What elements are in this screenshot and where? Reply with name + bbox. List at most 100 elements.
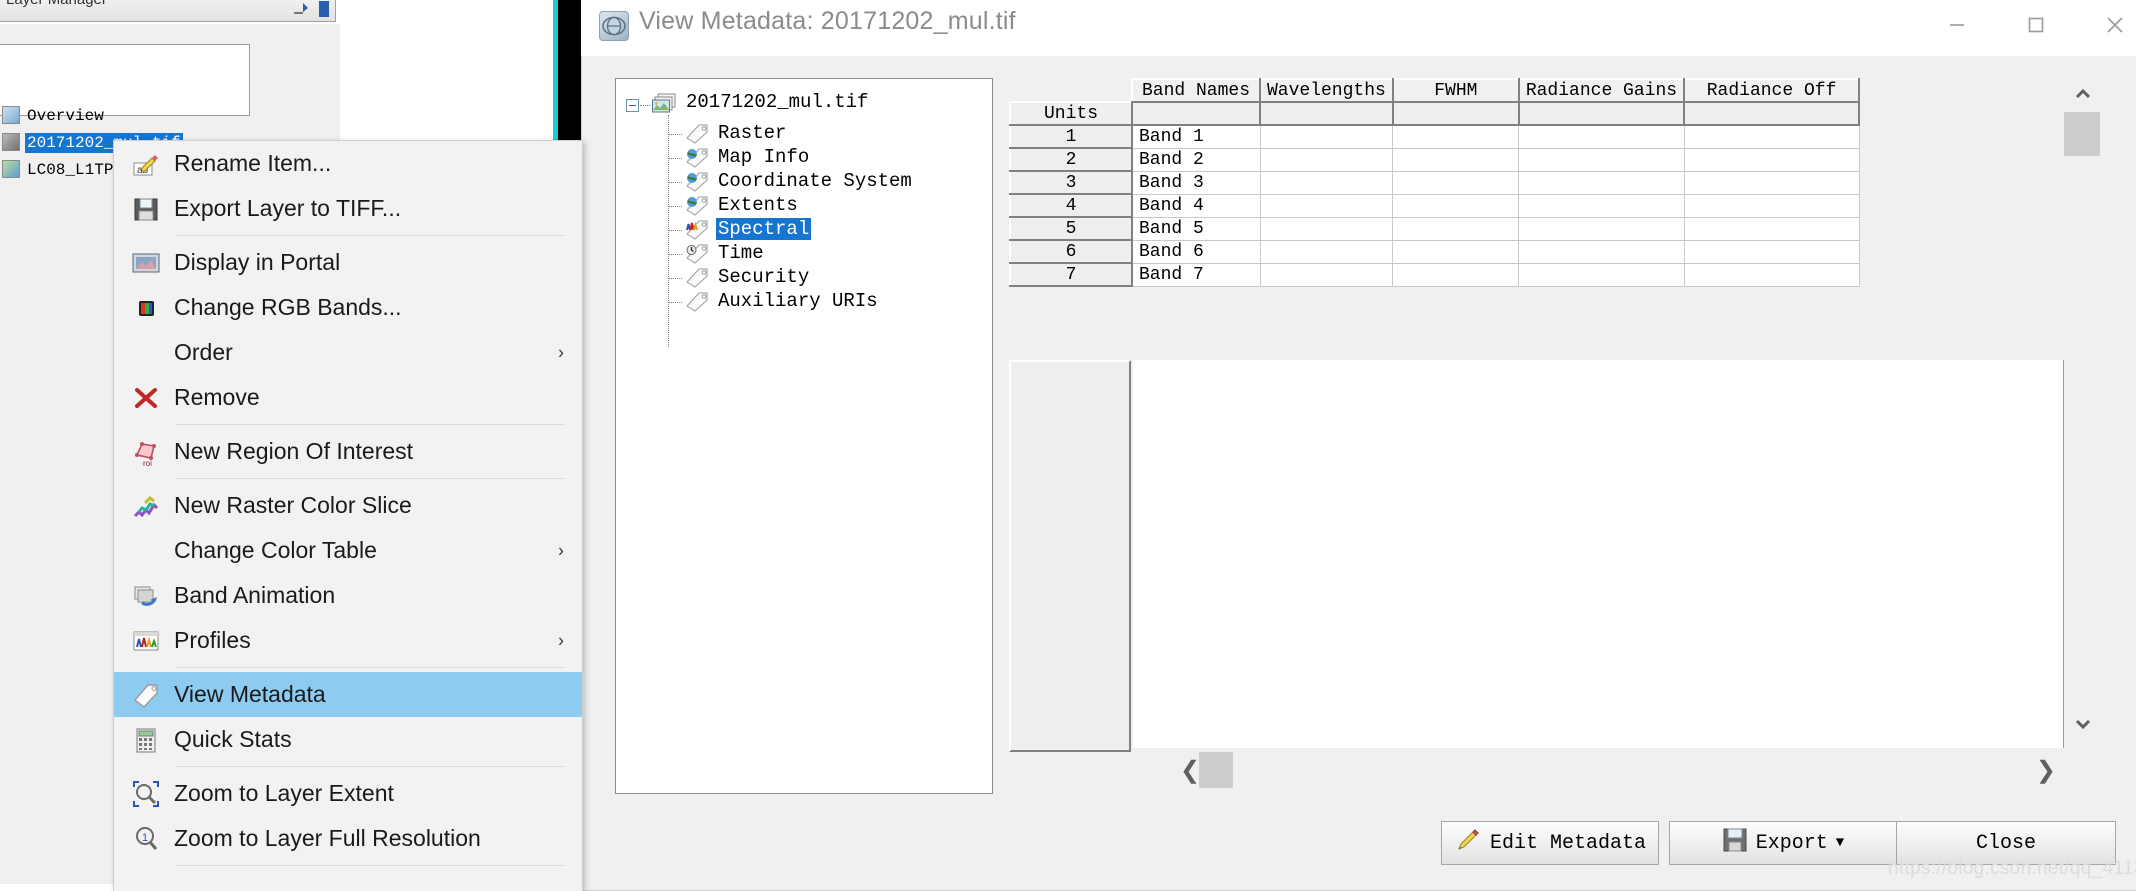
layer-context-menu[interactable]: ab Rename Item... Export Layer to TIFF..…: [113, 140, 583, 891]
menu-item-zoom-to-layer-full-resolution[interactable]: 1 Zoom to Layer Full Resolution: [114, 816, 582, 861]
menu-item-profiles[interactable]: Profiles ›: [114, 618, 582, 663]
pencil-icon: [1454, 826, 1482, 861]
table-cell[interactable]: [1392, 193, 1520, 218]
tree-root-node[interactable]: 20171202_mul.tif: [626, 91, 868, 122]
table-row[interactable]: 1 Band 1: [1009, 124, 1860, 149]
table-cell[interactable]: Band 5: [1131, 216, 1261, 241]
row-index: 1: [1009, 124, 1133, 149]
column-header-band-names[interactable]: Band Names: [1131, 78, 1261, 103]
table-cell[interactable]: [1259, 101, 1394, 126]
pin-icon[interactable]: [293, 1, 309, 15]
table-cell[interactable]: Band 2: [1131, 147, 1261, 172]
table-cell[interactable]: [1518, 170, 1685, 195]
menu-item-remove[interactable]: Remove: [114, 375, 582, 420]
table-row[interactable]: 5 Band 5: [1009, 216, 1860, 241]
table-cell[interactable]: [1517, 101, 1686, 126]
minimize-button[interactable]: [1926, 0, 1988, 50]
close-icon: [2107, 17, 2123, 33]
table-cell[interactable]: [1392, 262, 1520, 287]
table-cell[interactable]: [1683, 262, 1860, 287]
metadata-table[interactable]: Band Names Wavelengths FWHM Radiance Gai…: [1009, 78, 2064, 738]
table-cell[interactable]: [1518, 124, 1685, 149]
table-row[interactable]: 4 Band 4: [1009, 193, 1860, 218]
column-header-radiance-gains[interactable]: Radiance Gains: [1517, 78, 1686, 103]
table-cell[interactable]: [1259, 239, 1394, 264]
menu-item-change-rgb-bands[interactable]: Change RGB Bands...: [114, 285, 582, 330]
close-button[interactable]: [2084, 0, 2136, 50]
table-cell[interactable]: [1392, 124, 1520, 149]
table-row[interactable]: 7 Band 7: [1009, 262, 1860, 287]
table-row[interactable]: 6 Band 6: [1009, 239, 1860, 264]
table-cell[interactable]: [1683, 216, 1860, 241]
table-cell[interactable]: [1259, 216, 1394, 241]
table-cell[interactable]: Band 6: [1131, 239, 1261, 264]
collapse-toggle-icon[interactable]: [626, 99, 639, 112]
table-cell[interactable]: [1518, 193, 1685, 218]
table-cell[interactable]: [1683, 193, 1860, 218]
column-header-fwhm[interactable]: FWHM: [1391, 78, 1520, 103]
table-cell[interactable]: [1518, 262, 1685, 287]
table-cell[interactable]: [1392, 170, 1520, 195]
chevron-down-icon[interactable]: [2075, 714, 2091, 734]
menu-item-rename-item[interactable]: ab Rename Item...: [114, 141, 582, 186]
table-cell[interactable]: [1683, 170, 1860, 195]
table-cell[interactable]: [1392, 216, 1520, 241]
table-cell[interactable]: Band 1: [1131, 124, 1261, 149]
export-button[interactable]: Export ▼: [1669, 821, 1897, 865]
menu-item-label: Band Animation: [174, 582, 336, 608]
menu-item-change-color-table[interactable]: Change Color Table ›: [114, 528, 582, 573]
table-cell[interactable]: [1518, 147, 1685, 172]
menu-item-display-in-portal[interactable]: Display in Portal: [114, 240, 582, 285]
menu-item-band-animation[interactable]: Band Animation: [114, 573, 582, 618]
table-cell[interactable]: [1259, 262, 1394, 287]
table-cell[interactable]: [1683, 147, 1860, 172]
table-cell[interactable]: [1259, 193, 1394, 218]
layer-manager-close-icon[interactable]: [319, 1, 329, 17]
table-cell[interactable]: [1683, 124, 1860, 149]
column-header-wavelengths[interactable]: Wavelengths: [1259, 78, 1394, 103]
table-cell[interactable]: [1259, 124, 1394, 149]
table-cell[interactable]: [1392, 147, 1520, 172]
horizontal-scrollbar[interactable]: ❮ ❯: [1174, 752, 2064, 788]
vertical-scrollbar-thumb[interactable]: [2064, 112, 2100, 156]
menu-item-new-region-of-interest[interactable]: roi New Region Of Interest: [114, 429, 582, 474]
menu-item-zoom-to-layer-extent[interactable]: Zoom to Layer Extent: [114, 771, 582, 816]
vertical-scrollbar[interactable]: [2064, 78, 2100, 738]
layer-item-lc08[interactable]: LC08_L1TP: [0, 160, 115, 186]
menu-item-quick-stats[interactable]: Quick Stats: [114, 717, 582, 762]
chevron-down-icon: ▼: [1835, 835, 1845, 851]
menu-item-new-raster-color-slice[interactable]: New Raster Color Slice: [114, 483, 582, 528]
edit-metadata-button[interactable]: Edit Metadata: [1441, 821, 1659, 865]
table-cell[interactable]: [1259, 147, 1394, 172]
menu-separator: [176, 478, 565, 479]
column-header-radiance-offsets[interactable]: Radiance Off: [1683, 78, 1861, 103]
menu-item-label: Quick Stats: [174, 726, 292, 752]
table-row[interactable]: 3 Band 3: [1009, 170, 1860, 195]
table-cell[interactable]: [1518, 216, 1685, 241]
chevron-right-icon[interactable]: ❯: [2036, 759, 2056, 783]
table-cell[interactable]: [1131, 101, 1261, 126]
table-cell[interactable]: [1683, 239, 1860, 264]
tree-connector: [668, 115, 669, 347]
menu-item-order[interactable]: Order ›: [114, 330, 582, 375]
table-row-units[interactable]: Units: [1009, 101, 1861, 126]
table-cell[interactable]: [1259, 170, 1394, 195]
table-cell[interactable]: [1518, 239, 1685, 264]
metadata-tree-panel[interactable]: 20171202_mul.tif Raster Map Info Coordin…: [615, 78, 993, 794]
layer-item-overview[interactable]: Overview: [0, 106, 106, 132]
table-cell[interactable]: Band 3: [1131, 170, 1261, 195]
table-cell[interactable]: [1683, 101, 1861, 126]
menu-item-view-metadata[interactable]: View Metadata: [114, 672, 582, 717]
tree-root-label: 20171202_mul.tif: [686, 91, 869, 113]
chevron-left-icon[interactable]: ❮: [1180, 759, 1200, 783]
table-cell[interactable]: Band 7: [1131, 262, 1261, 287]
table-row[interactable]: 2 Band 2: [1009, 147, 1860, 172]
layer-manager-title: Layer Manager: [6, 0, 107, 8]
table-cell[interactable]: Band 4: [1131, 193, 1261, 218]
chevron-up-icon[interactable]: [2075, 84, 2091, 104]
horizontal-scrollbar-thumb[interactable]: [1199, 752, 1233, 788]
table-cell[interactable]: [1391, 101, 1520, 126]
maximize-button[interactable]: [2005, 0, 2067, 50]
table-cell[interactable]: [1392, 239, 1520, 264]
menu-item-export-layer-to-tiff[interactable]: Export Layer to TIFF...: [114, 186, 582, 231]
